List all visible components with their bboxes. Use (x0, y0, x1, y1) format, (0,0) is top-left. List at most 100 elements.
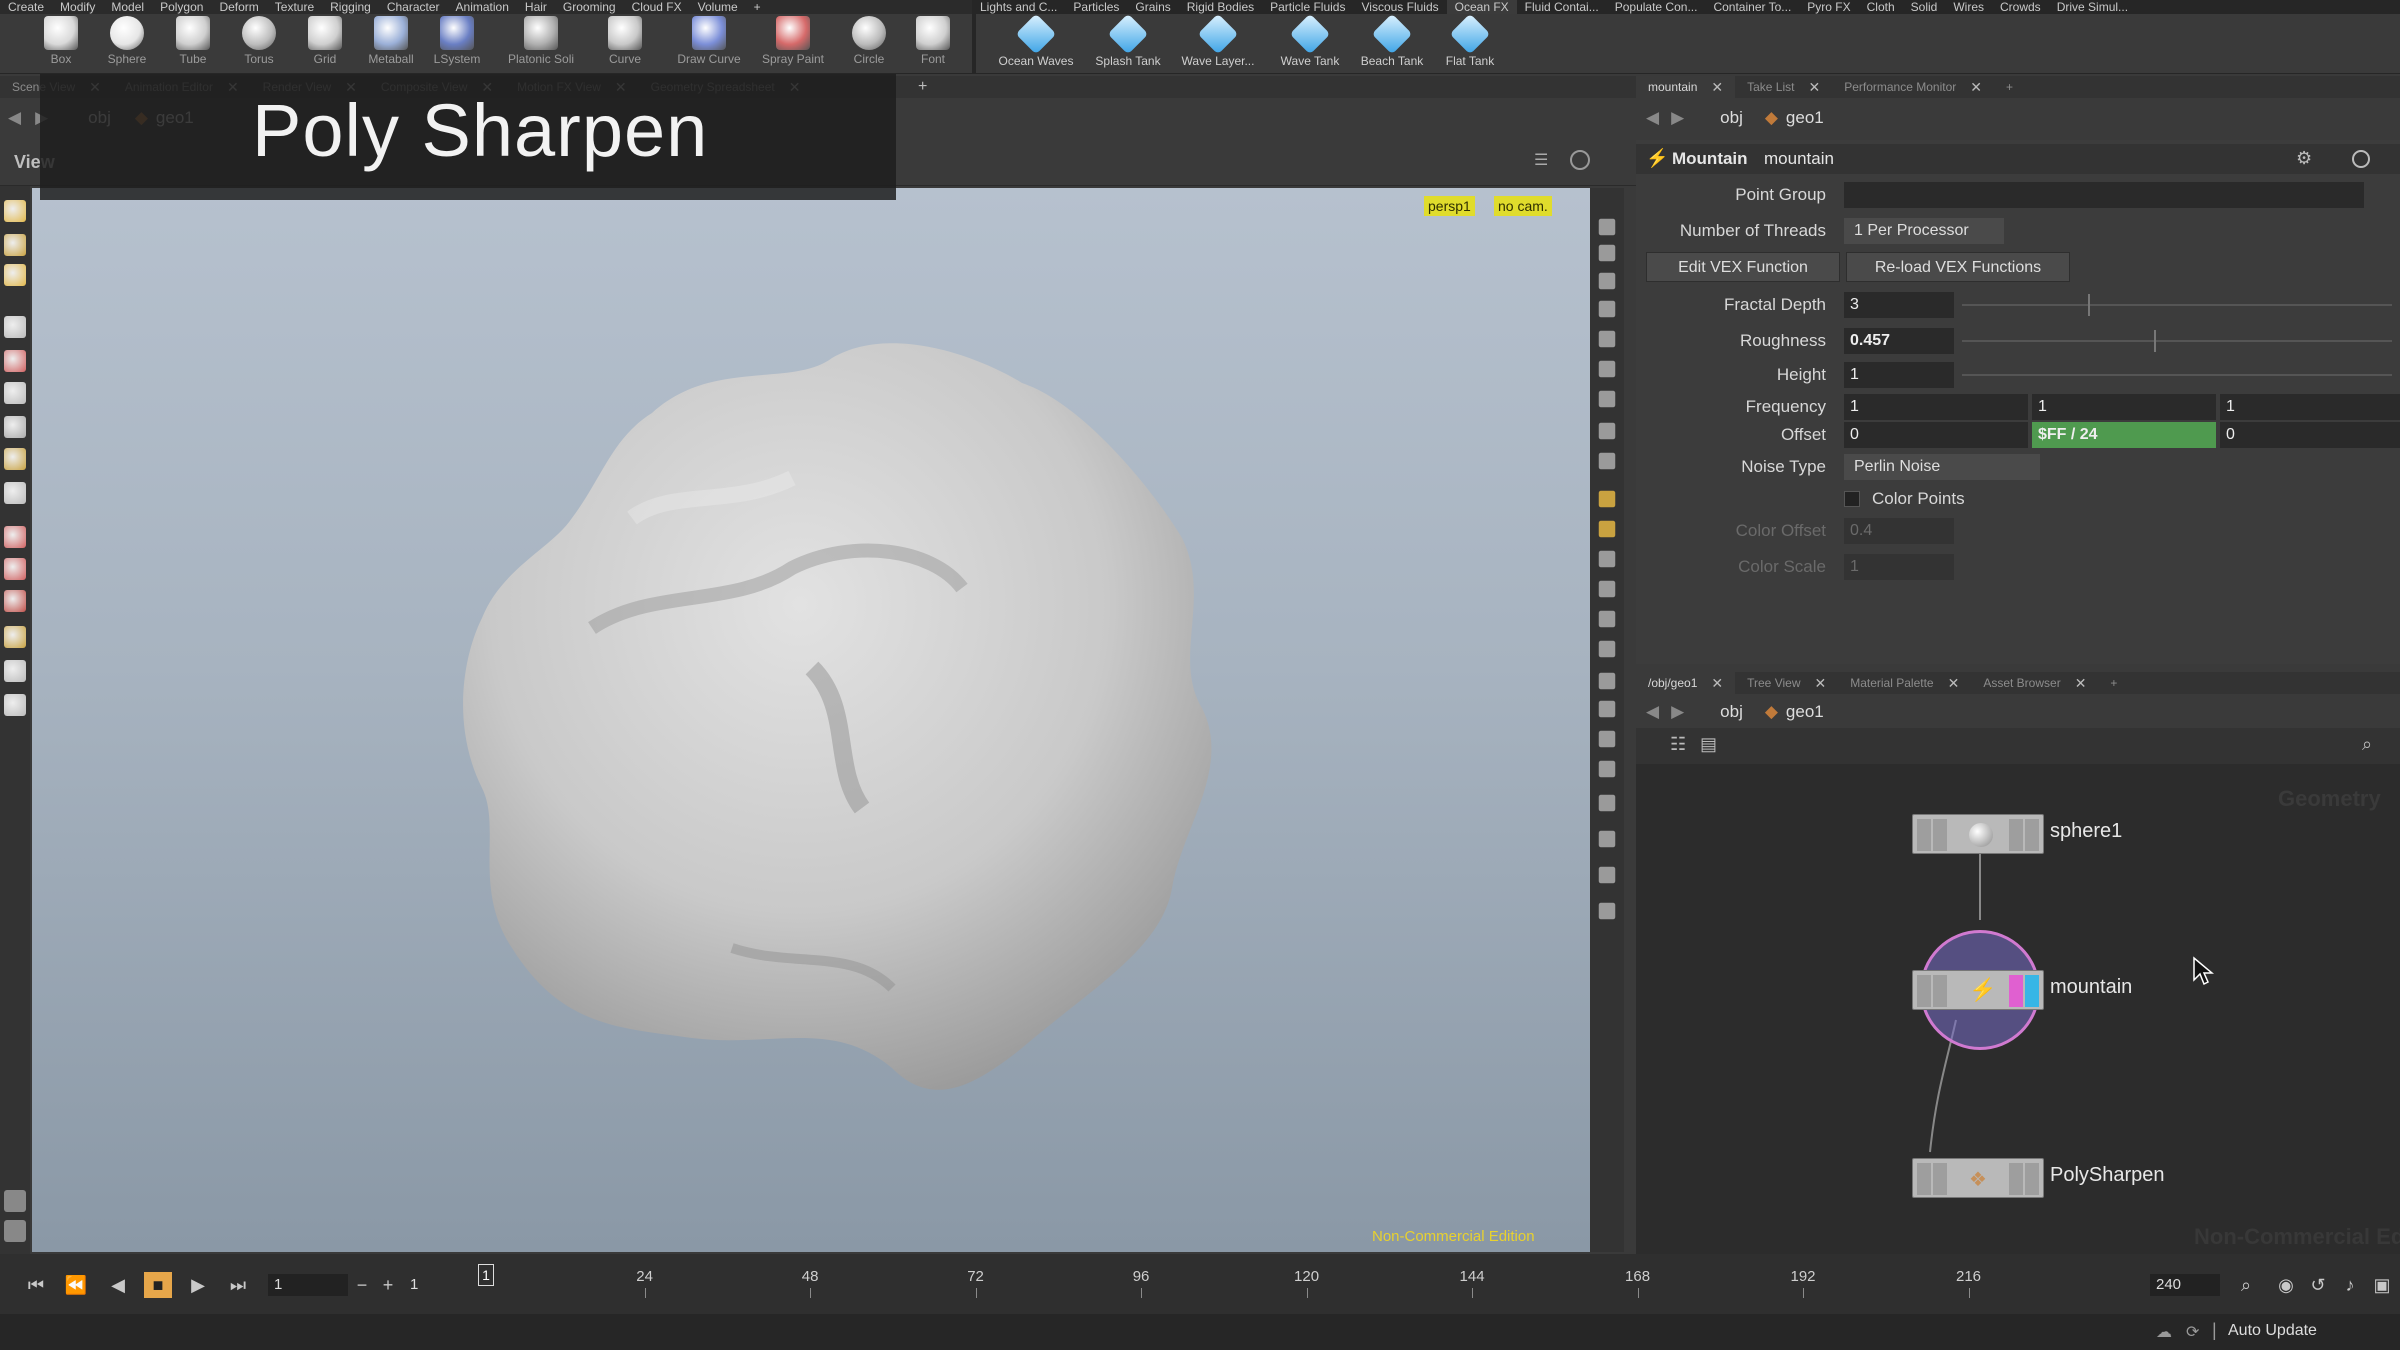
shelf-tool-curve[interactable]: Curve (592, 16, 658, 66)
tree-icon[interactable]: ☷ (1670, 734, 1686, 755)
net-forward-icon[interactable]: ▶ (1671, 702, 1684, 722)
menu-cloud-fx[interactable]: Cloud FX (624, 0, 690, 14)
cache-icon[interactable]: ☁ (2156, 1322, 2172, 1342)
shelf-tab-viscous-fluids[interactable]: Viscous Fluids (1353, 0, 1446, 14)
viewport-tool-icon[interactable] (1598, 550, 1616, 568)
height-slider[interactable] (1962, 374, 2392, 376)
shelf-tab-particles[interactable]: Particles (1065, 0, 1127, 14)
search-icon[interactable]: ⌕ (2232, 1272, 2260, 1298)
left-tool-icon[interactable] (4, 448, 26, 470)
fractal-depth-slider[interactable] (1962, 294, 2392, 316)
viewport-tool-icon[interactable] (1598, 272, 1616, 290)
increment-frame-icon[interactable]: + (374, 1272, 402, 1298)
viewport-tool-icon[interactable] (1598, 580, 1616, 598)
left-tool-icon[interactable] (4, 558, 26, 580)
close-icon[interactable]: ✕ (1970, 76, 1982, 98)
close-icon[interactable]: ✕ (1711, 76, 1723, 98)
viewport-tool-icon[interactable] (1598, 218, 1616, 236)
viewport-tool-icon[interactable] (1598, 520, 1616, 538)
display-flag[interactable] (2025, 975, 2039, 1007)
param-path-geo[interactable]: geo1 (1786, 108, 1824, 128)
viewport-tool-icon[interactable] (1598, 490, 1616, 508)
scene-viewport[interactable]: persp1 no cam. Non-Commercial Edition (32, 188, 1590, 1252)
menu-modify[interactable]: Modify (52, 0, 103, 14)
shelf-tool-flat-tank[interactable]: Flat Tank (1428, 13, 1512, 68)
menu-deform[interactable]: Deform (211, 0, 266, 14)
viewport-tool-icon[interactable] (1598, 244, 1616, 262)
node-label-mountain[interactable]: mountain (2050, 976, 2132, 999)
shelf-tool-spray-paint[interactable]: Spray Paint (760, 16, 826, 66)
edit-vex-button[interactable]: Edit VEX Function (1646, 252, 1840, 282)
audio-icon[interactable]: ♪ (2336, 1272, 2364, 1298)
shelf-tab-ocean-fx[interactable]: Ocean FX (1446, 0, 1517, 14)
tab-take-list[interactable]: Take List ✕ (1735, 76, 1832, 98)
net-path-geo[interactable]: geo1 (1786, 702, 1824, 722)
shelf-tool-splash-tank[interactable]: Splash Tank (1086, 13, 1170, 68)
left-tool-icon[interactable] (4, 526, 26, 548)
roughness-knob[interactable] (2153, 330, 2156, 352)
viewport-tool-icon[interactable] (1598, 830, 1616, 848)
node-label-sphere1[interactable]: sphere1 (2050, 820, 2122, 843)
menu-grooming[interactable]: Grooming (555, 0, 624, 14)
gear-icon[interactable]: ⚙ (2296, 148, 2312, 169)
shelf-tab-particle-fluids[interactable]: Particle Fluids (1262, 0, 1353, 14)
viewport-tool-icon[interactable] (1598, 866, 1616, 884)
left-tool-icon[interactable] (4, 694, 26, 716)
menu-polygon[interactable]: Polygon (152, 0, 211, 14)
shelf-tool-beach-tank[interactable]: Beach Tank (1350, 13, 1434, 68)
node-polysharpen[interactable]: ❖ (1912, 1158, 2044, 1198)
node-label-polysharpen[interactable]: PolySharpen (2050, 1164, 2165, 1187)
left-tool-icon[interactable] (4, 350, 26, 372)
menu-rigging[interactable]: Rigging (322, 0, 379, 14)
display-options-icon[interactable]: ☰ (1534, 150, 1556, 170)
list-icon[interactable]: ▤ (1700, 734, 1717, 755)
network-editor[interactable]: Geometry Non-Commercial Edition sphere1 … (1636, 764, 2400, 1254)
tab-performance-monitor[interactable]: Performance Monitor ✕ (1832, 76, 1994, 98)
frequency-z-field[interactable]: 1 (2220, 394, 2400, 420)
settings-icon[interactable]: ▣ (2368, 1272, 2396, 1298)
viewport-tool-icon[interactable] (1598, 640, 1616, 658)
left-tool-icon[interactable] (4, 1220, 26, 1242)
left-tool-icon[interactable] (4, 590, 26, 612)
shelf-tab-wires[interactable]: Wires (1945, 0, 1992, 14)
shelf-tab-populate-con[interactable]: Populate Con... (1607, 0, 1706, 14)
tab-tree-view[interactable]: Tree View ✕ (1735, 672, 1838, 694)
menu-hair[interactable]: Hair (517, 0, 555, 14)
left-tool-icon[interactable] (4, 416, 26, 438)
menu-model[interactable]: Model (103, 0, 152, 14)
shelf-tool-wave-layer[interactable]: Wave Layer... (1176, 13, 1260, 68)
viewport-tool-icon[interactable] (1598, 330, 1616, 348)
roughness-field[interactable]: 0.457 (1844, 328, 1954, 354)
shelf-tab-cloth[interactable]: Cloth (1859, 0, 1903, 14)
shelf-tab-fluid-contai[interactable]: Fluid Contai... (1517, 0, 1607, 14)
shelf-tab-drive-simul[interactable]: Drive Simul... (2049, 0, 2136, 14)
shelf-tool-circle[interactable]: Circle (836, 16, 902, 66)
shelf-tab-container-to[interactable]: Container To... (1705, 0, 1799, 14)
frequency-x-field[interactable]: 1 (1844, 394, 2028, 420)
viewport-tool-icon[interactable] (1598, 422, 1616, 440)
param-path-obj[interactable]: obj (1720, 108, 1743, 128)
shelf-tool-platonic-soli[interactable]: Platonic Soli... (508, 16, 574, 66)
threads-menu[interactable]: 1 Per Processor (1844, 218, 2004, 244)
viewport-tool-icon[interactable] (1598, 610, 1616, 628)
menu-texture[interactable]: Texture (267, 0, 322, 14)
reload-vex-button[interactable]: Re-load VEX Functions (1846, 252, 2070, 282)
viewport-tool-icon[interactable] (1598, 700, 1616, 718)
noise-type-menu[interactable]: Perlin Noise (1844, 454, 2040, 480)
node-mountain[interactable]: ⚡ (1912, 970, 2044, 1010)
param-back-icon[interactable]: ◀ (1646, 108, 1659, 128)
close-icon[interactable]: ✕ (1948, 672, 1960, 694)
refresh-icon[interactable]: ⟳ (2186, 1322, 2199, 1342)
node-name-field[interactable]: mountain (1764, 149, 1834, 169)
param-forward-icon[interactable]: ▶ (1671, 108, 1684, 128)
left-tool-icon[interactable] (4, 200, 26, 222)
viewport-tool-icon[interactable] (1598, 672, 1616, 690)
close-icon[interactable]: ✕ (1711, 672, 1723, 694)
shelf-tool-font[interactable]: Font (900, 16, 966, 66)
tab-asset-browser[interactable]: Asset Browser ✕ (1971, 672, 2098, 694)
playhead-marker[interactable]: 1 (478, 1264, 494, 1286)
play-icon[interactable]: ▶ (184, 1272, 212, 1298)
shelf-tab-solid[interactable]: Solid (1903, 0, 1946, 14)
play-reverse-icon[interactable]: ◀ (104, 1272, 132, 1298)
shelf-tool-tube[interactable]: Tube (160, 16, 226, 66)
